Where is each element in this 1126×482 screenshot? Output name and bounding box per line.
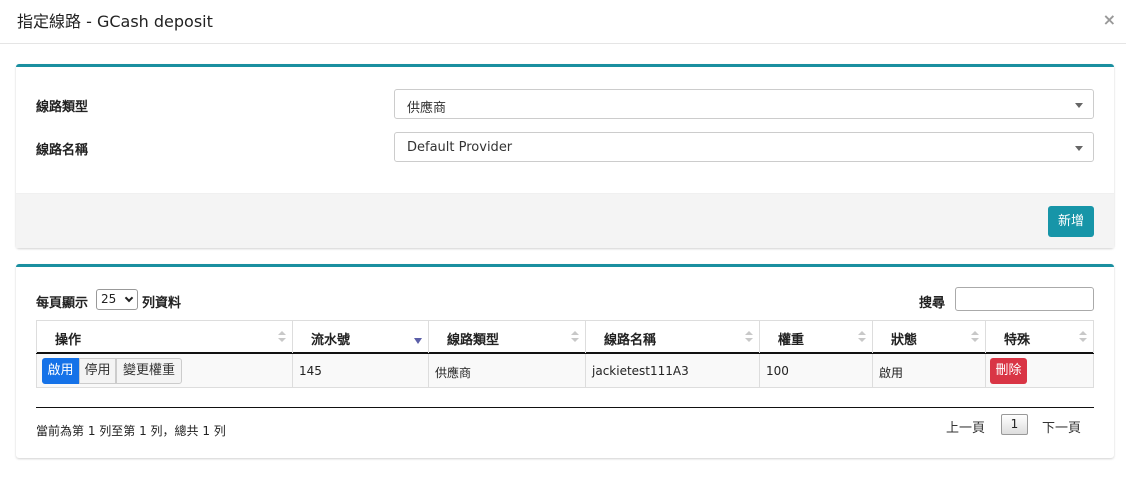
sort-icon <box>278 331 286 343</box>
sort-icon <box>745 331 753 343</box>
form-footer: 新增 <box>16 193 1114 248</box>
next-page-button[interactable]: 下一頁 <box>1042 417 1081 436</box>
sort-icon <box>571 331 579 343</box>
table-header: 操作 流水號 線路類型 線路名稱 權重 狀態 特殊 <box>36 320 1094 354</box>
sort-desc-icon <box>414 338 422 344</box>
page-length-select[interactable]: 25 <box>96 289 138 310</box>
chevron-down-icon <box>124 293 134 303</box>
sort-icon <box>971 331 979 343</box>
table-bottom-divider <box>36 407 1094 408</box>
route-type-label: 線路類型 <box>36 100 89 115</box>
column-header-serial[interactable]: 流水號 <box>292 321 428 353</box>
disable-button[interactable]: 停用 <box>79 358 116 384</box>
sort-icon <box>858 331 866 343</box>
column-header-status[interactable]: 狀態 <box>872 321 985 353</box>
caret-down-icon <box>1075 146 1083 151</box>
cell-status: 啟用 <box>872 354 985 388</box>
previous-page-button[interactable]: 上一頁 <box>946 417 985 436</box>
route-form-box: 線路類型 供應商 線路名稱 Default Provider 新增 <box>16 64 1114 248</box>
route-name-label: 線路名稱 <box>36 143 89 158</box>
change-weight-button[interactable]: 變更權重 <box>116 358 182 384</box>
route-name-row: 線路名稱 Default Provider <box>16 132 1114 162</box>
route-table-box: 每頁顯示 25 列資料 搜尋 操作 流水號 線路類型 線路名稱 權重 狀態 特殊… <box>16 264 1114 458</box>
sort-icon <box>1079 331 1087 343</box>
column-header-route-type[interactable]: 線路類型 <box>428 321 585 353</box>
column-header-special[interactable]: 特殊 <box>985 321 1094 353</box>
cell-weight: 100 <box>759 354 872 388</box>
page-length-value: 25 <box>101 292 117 306</box>
cell-route-type: 供應商 <box>428 354 585 388</box>
cell-serial: 145 <box>292 354 428 388</box>
cell-special: 刪除 <box>985 354 1094 388</box>
caret-down-icon <box>1075 103 1083 108</box>
route-type-value: 供應商 <box>407 101 447 116</box>
route-name-select[interactable]: Default Provider <box>394 132 1094 162</box>
add-button[interactable]: 新增 <box>1048 206 1094 237</box>
route-type-row: 線路類型 供應商 <box>16 89 1114 119</box>
search-input[interactable] <box>955 287 1094 311</box>
table-info: 當前為第 1 列至第 1 列，總共 1 列 <box>36 424 226 438</box>
length-prefix: 每頁顯示 <box>36 296 89 311</box>
route-name-value: Default Provider <box>407 140 513 155</box>
close-icon[interactable]: × <box>1103 12 1116 28</box>
modal-header: 指定線路 - GCash deposit × <box>0 0 1126 44</box>
delete-button[interactable]: 刪除 <box>990 358 1027 384</box>
column-header-actions[interactable]: 操作 <box>36 321 292 353</box>
route-type-select[interactable]: 供應商 <box>394 89 1094 119</box>
page-button-current[interactable]: 1 <box>1001 414 1028 435</box>
cell-route-name: jackietest111A3 <box>585 354 759 388</box>
cell-actions: 啟用 停用 變更權重 <box>36 354 292 388</box>
search-label: 搜尋 <box>919 296 946 311</box>
length-suffix: 列資料 <box>142 296 182 311</box>
column-header-weight[interactable]: 權重 <box>759 321 872 353</box>
modal-title: 指定線路 - GCash deposit <box>17 12 213 31</box>
column-header-route-name[interactable]: 線路名稱 <box>585 321 759 353</box>
table-row: 啟用 停用 變更權重 145 供應商 jackietest111A3 100 啟… <box>36 354 1094 388</box>
enable-button[interactable]: 啟用 <box>42 358 79 384</box>
